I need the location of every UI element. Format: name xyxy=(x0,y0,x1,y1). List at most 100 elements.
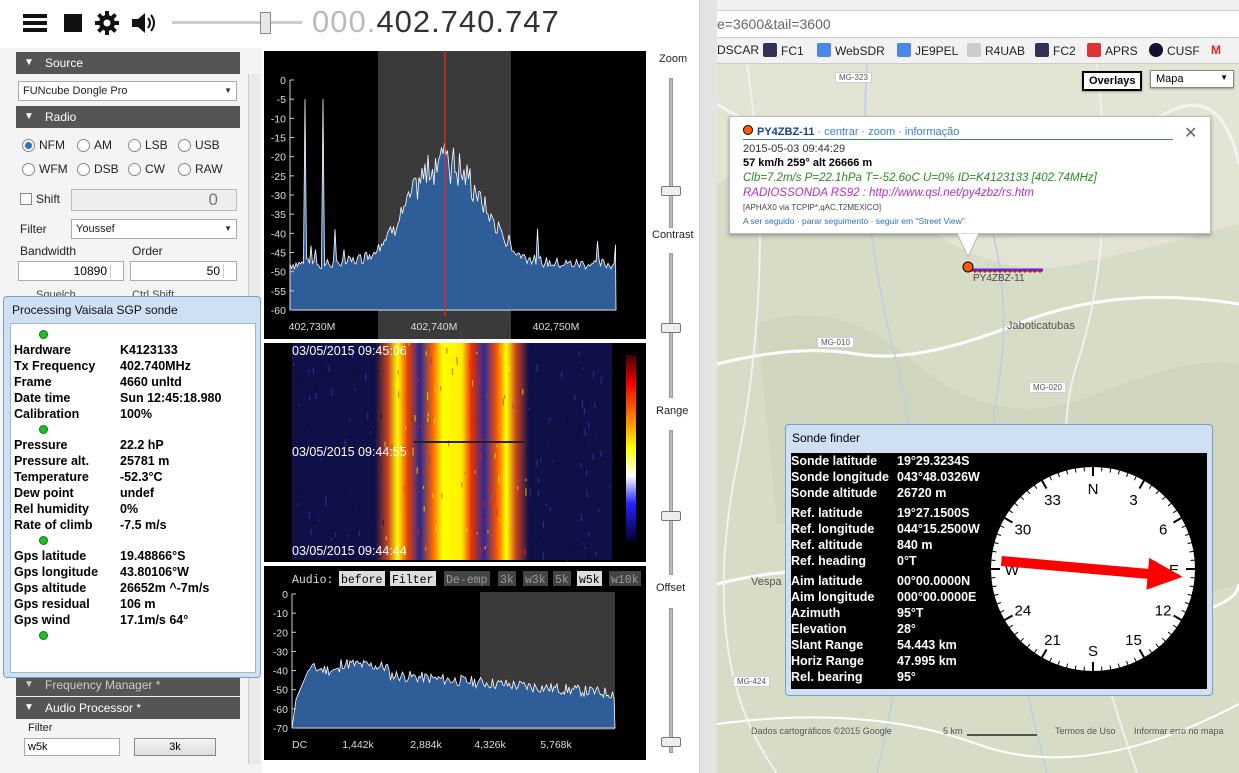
waterfall-speckle xyxy=(528,407,530,411)
audio-filter-input[interactable]: w5k xyxy=(24,738,120,756)
close-icon[interactable]: ✕ xyxy=(1184,123,1197,143)
bookmark-dscar[interactable]: DSCAR xyxy=(717,43,759,57)
waterfall-speckle xyxy=(574,545,576,550)
waterfall-speckle xyxy=(560,502,562,505)
waterfall-speckle xyxy=(595,552,597,557)
y-tick-label: -15 xyxy=(271,133,286,145)
mode-wfm[interactable]: WFM xyxy=(22,162,68,176)
offset-thumb[interactable] xyxy=(661,737,681,747)
mode-am[interactable]: AM xyxy=(77,138,112,152)
spectrum-x-ticks: 402,730M 402,740M 402,750M xyxy=(289,321,580,333)
waterfall-speckle xyxy=(446,347,448,354)
info-call[interactable]: PY4ZBZ-11 xyxy=(757,126,814,138)
proc-key: Gps longitude xyxy=(14,565,99,579)
shift-value[interactable]: 0 xyxy=(71,189,237,211)
info-speed: 57 km/h 259° alt 26666 m xyxy=(743,157,873,169)
order-input[interactable]: 50 xyxy=(130,261,237,281)
status-led xyxy=(39,330,48,339)
y-tick-label: -10 xyxy=(273,608,288,620)
offset-track[interactable] xyxy=(669,608,673,753)
y-tick-label: -30 xyxy=(273,646,288,658)
mode-usb[interactable]: USB xyxy=(178,138,220,152)
waterfall-speckle xyxy=(544,438,546,445)
audio-option-label: 3k xyxy=(500,574,514,587)
processing-window[interactable]: Processing Vaisala SGP sonde Hardware K41… xyxy=(3,296,261,678)
proc-key: Gps latitude xyxy=(14,549,87,563)
report-link[interactable]: Informar erro no mapa xyxy=(1134,726,1224,736)
map-type-select[interactable]: Mapa ▼ xyxy=(1150,70,1234,88)
waterfall-speckle xyxy=(354,387,356,391)
source-section-header[interactable]: Source xyxy=(16,52,240,74)
waterfall-speckle xyxy=(408,343,410,346)
fc1-icon xyxy=(763,43,777,57)
waterfall-speckle xyxy=(609,485,611,488)
proc-key: Temperature xyxy=(14,470,89,484)
waterfall-speckle xyxy=(299,489,301,496)
frequency-prefix: 000. xyxy=(312,4,377,39)
waterfall-speckle xyxy=(611,460,614,468)
mode-lsb[interactable]: LSB xyxy=(128,138,168,152)
terms-link[interactable]: Termos de Uso xyxy=(1055,726,1116,736)
bookmark-cusf[interactable]: CUSF xyxy=(1149,43,1200,58)
waterfall-speckle xyxy=(450,392,452,400)
mode-dsb[interactable]: DSB xyxy=(77,162,119,176)
waterfall-speckle xyxy=(301,374,303,381)
proc-value: 26652m ^-7m/s xyxy=(120,581,210,595)
info-follow[interactable]: A ser seguido · parar seguimento · segui… xyxy=(743,216,965,226)
volume-thumb[interactable] xyxy=(260,12,271,34)
waterfall-speckle xyxy=(487,530,489,533)
contrast-thumb[interactable] xyxy=(661,323,681,333)
waterfall-speckle xyxy=(310,528,312,535)
balloon-icon xyxy=(962,261,974,273)
waterfall-speckle xyxy=(412,447,414,456)
waterfall-speckle xyxy=(482,500,484,507)
waterfall-speckle xyxy=(321,361,323,365)
waterfall-speckle xyxy=(398,387,400,393)
road-mg020: MG-020 xyxy=(1029,382,1066,393)
info-links[interactable]: · centrar · zoom · informação xyxy=(818,126,960,138)
bookmark-fc2[interactable]: FC2 xyxy=(1035,43,1076,58)
bookmark-gmail[interactable]: M xyxy=(1211,43,1221,57)
sonde-key: Aim latitude xyxy=(791,574,863,588)
waterfall-speckle xyxy=(599,433,601,440)
waterfall-speckle xyxy=(349,419,351,423)
info-comment[interactable]: RADIOSSONDA RS92 : http://www.qsl.net/py… xyxy=(743,187,1034,199)
gear-icon[interactable] xyxy=(94,10,120,36)
audio-3k-button[interactable]: 3k xyxy=(134,738,216,756)
menu-icon[interactable] xyxy=(22,10,48,36)
waterfall-speckle xyxy=(525,478,527,481)
zoom-thumb[interactable] xyxy=(661,186,681,196)
volume-slider[interactable] xyxy=(172,21,302,24)
address-bar[interactable]: e=3600&tail=3600 xyxy=(717,10,1239,38)
bandwidth-input[interactable]: 10890 xyxy=(18,261,124,281)
waterfall-panel[interactable]: 03/05/2015 09:45:06 03/05/2015 09:44:55 … xyxy=(264,343,646,562)
bookmark-aprs[interactable]: APRS xyxy=(1087,43,1138,58)
radio-section-header[interactable]: Radio xyxy=(16,106,240,128)
proc-key: Date time xyxy=(14,391,71,405)
bookmark-fc1[interactable]: FC1 xyxy=(763,43,804,58)
bookmark-je9pel[interactable]: JE9PEL xyxy=(897,43,958,58)
spectrum-panel[interactable]: 0 -5 -10 -15 -20 -25 -30 -35 -40 -45 -50 -55 -60 402… xyxy=(264,51,646,339)
range-track[interactable] xyxy=(669,430,673,575)
sonde-finder-window[interactable]: Sonde finder Sonde latitude 19°29.3234S So… xyxy=(785,424,1213,696)
bookmark-websdr[interactable]: WebSDR xyxy=(817,43,885,58)
speaker-icon[interactable] xyxy=(130,10,156,36)
range-thumb[interactable] xyxy=(661,511,681,521)
overlays-button[interactable]: Overlays xyxy=(1082,71,1143,91)
bookmark-r4uab[interactable]: R4UAB xyxy=(967,43,1025,58)
mode-nfm[interactable]: NFM xyxy=(22,138,65,152)
mode-raw[interactable]: RAW xyxy=(178,162,223,176)
audio-processor-header[interactable]: Audio Processor * xyxy=(16,697,240,719)
zoom-track[interactable] xyxy=(669,78,673,228)
filter-select[interactable]: Youssef xyxy=(71,219,237,239)
source-device-select[interactable]: FUNcube Dongle Pro xyxy=(18,81,237,101)
stop-icon[interactable] xyxy=(60,10,86,36)
audio-spectrum-panel[interactable]: 0 -10 -20 -30 -40 -50 -60 -70 DC 1,442k 2,884k 4,3… xyxy=(264,566,646,760)
shift-checkbox[interactable] xyxy=(20,193,32,205)
waterfall-speckle xyxy=(502,398,504,406)
info-window[interactable]: PY4ZBZ-11 · centrar · zoom · informação … xyxy=(729,116,1211,234)
frequency-display[interactable]: 000.402.740.747 xyxy=(312,4,560,40)
mode-cw[interactable]: CW xyxy=(128,162,165,176)
waterfall-speckle xyxy=(496,508,498,516)
map-attribution: Dados cartográficos ©2015 Google xyxy=(751,726,892,736)
